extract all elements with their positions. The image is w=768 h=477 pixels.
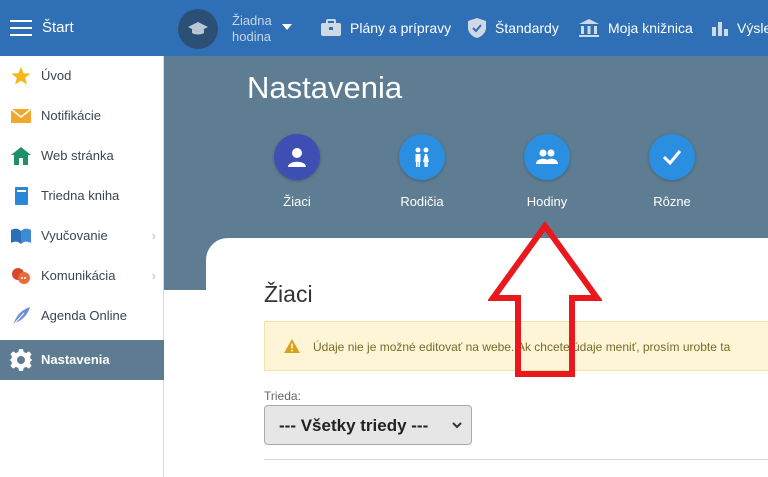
student-icon: [274, 134, 320, 180]
hour-selector[interactable]: Žiadna hodina: [178, 8, 292, 50]
warning-icon: [284, 339, 300, 353]
chevron-right-icon: ›: [151, 228, 156, 243]
nav-plans-label: Plány a prípravy: [350, 20, 452, 36]
star-icon: [11, 67, 31, 85]
bar-chart-icon: [712, 22, 728, 36]
book-icon: [15, 187, 28, 205]
divider: [264, 459, 768, 460]
envelope-icon: [10, 108, 32, 123]
hour-line-1: Žiadna: [232, 13, 272, 28]
sidebar-item-label: Nastavenia: [41, 352, 110, 367]
sidebar-item-nastavenia[interactable]: Nastavenia: [0, 340, 164, 380]
sidebar-item-notifikacie[interactable]: Notifikácie: [0, 96, 164, 136]
tile-parents[interactable]: Rodičia: [377, 134, 467, 214]
tile-misc[interactable]: Rôzne: [627, 134, 717, 214]
hour-line-2: hodina: [232, 29, 272, 44]
sidebar-item-label: Vyučovanie: [41, 228, 108, 243]
sidebar-item-label: Web stránka: [41, 148, 114, 163]
tile-label: Hodiny: [526, 194, 568, 209]
shield-check-icon: [468, 18, 486, 38]
sidebar-item-komunikacia[interactable]: Komunikácia ›: [0, 256, 164, 296]
nav-results[interactable]: Výsle: [711, 0, 768, 56]
chat-icon: [12, 268, 30, 284]
sidebar-item-label: Triedna kniha: [41, 188, 120, 203]
sidebar-item-uvod[interactable]: Úvod: [0, 56, 164, 96]
start-menu-button[interactable]: Štart: [0, 0, 164, 56]
nav-standards-label: Štandardy: [495, 20, 559, 36]
chevron-down-icon[interactable]: [282, 24, 292, 30]
page-title: Nastavenia: [247, 70, 403, 105]
nav-standards[interactable]: Štandardy: [467, 0, 559, 56]
start-label: Štart: [42, 19, 74, 36]
hamburger-icon[interactable]: [10, 20, 32, 36]
sidebar-item-agenda-online[interactable]: Agenda Online: [0, 296, 164, 336]
home-icon: [11, 147, 31, 165]
card-title: Žiaci: [264, 281, 313, 307]
sidebar-item-label: Agenda Online: [41, 308, 128, 323]
tile-students[interactable]: Žiaci: [252, 134, 342, 214]
nav-library[interactable]: Moja knižnica: [578, 0, 693, 56]
sidebar-item-label: Úvod: [41, 68, 72, 83]
class-label: Trieda:: [264, 389, 301, 403]
tile-label: Rodičia: [400, 194, 444, 209]
chevron-down-icon: [452, 422, 462, 429]
sidebar-item-label: Notifikácie: [41, 108, 101, 123]
hour-selector-label: Žiadna hodina: [232, 13, 272, 45]
gear-icon: [10, 349, 32, 371]
tile-hours[interactable]: Hodiny: [502, 134, 592, 214]
graduation-cap-icon: [178, 9, 218, 49]
briefcase-icon: [321, 19, 341, 36]
nav-results-label: Výsle: [737, 20, 768, 36]
open-book-icon: [11, 228, 31, 244]
sidebar-item-label: Komunikácia: [41, 268, 116, 283]
library-icon: [579, 19, 599, 37]
class-select-value: --- Všetky triedy ---: [279, 416, 429, 435]
top-bar: Štart Žiadna hodina Plány a prípravy Šta…: [0, 0, 768, 56]
parents-icon: [399, 134, 445, 180]
sidebar-item-web[interactable]: Web stránka: [0, 136, 164, 176]
chevron-right-icon: ›: [151, 268, 156, 283]
feather-icon: [12, 307, 30, 326]
sidebar-item-vyucovanie[interactable]: Vyučovanie ›: [0, 216, 164, 256]
tile-label: Rôzne: [653, 194, 691, 209]
group-icon: [524, 134, 570, 180]
tile-label: Žiaci: [283, 194, 311, 209]
sidebar: Úvod Notifikácie Web stránka Triedna kni…: [0, 56, 164, 477]
check-icon: [649, 134, 695, 180]
sidebar-item-triedna-kniha[interactable]: Triedna kniha: [0, 176, 164, 216]
nav-library-label: Moja knižnica: [608, 20, 693, 36]
class-select[interactable]: --- Všetky triedy ---: [264, 405, 472, 445]
annotation-arrow-icon: [488, 222, 602, 377]
nav-plans[interactable]: Plány a prípravy: [320, 0, 451, 56]
